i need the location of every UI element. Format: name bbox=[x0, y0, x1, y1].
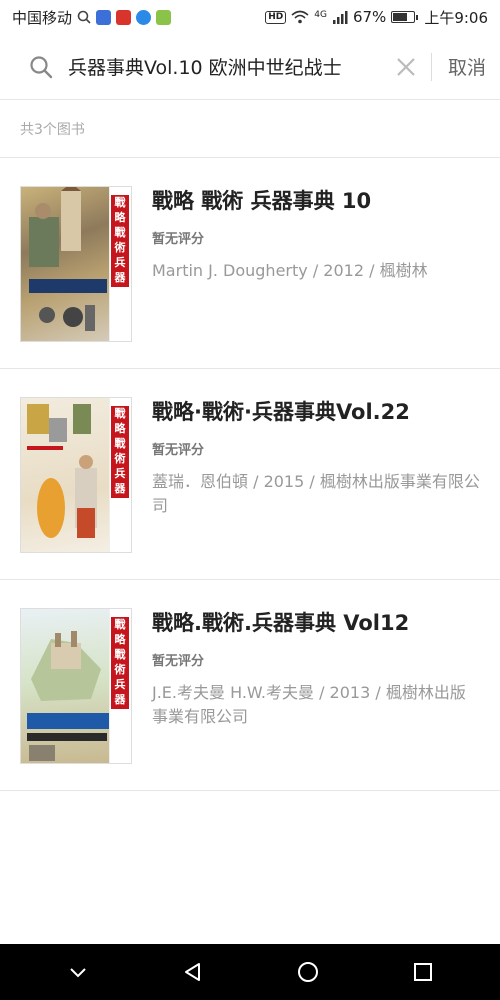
book-rating: 暂无评分 bbox=[152, 443, 205, 458]
chevron-down-icon[interactable] bbox=[65, 959, 91, 985]
cancel-button[interactable]: 取消 bbox=[448, 53, 486, 80]
list-item[interactable]: 戰略戰術兵器 戰略 戰術 兵器事典 10 暂无评分 Martin J. Doug… bbox=[0, 158, 500, 369]
wifi-icon bbox=[291, 10, 309, 24]
cover-illustration bbox=[27, 404, 97, 538]
book-title[interactable]: 戰略·戰術·兵器事典Vol.22 bbox=[152, 397, 480, 427]
list-item[interactable]: 戰略戰術兵器 戰略·戰術·兵器事典Vol.22 暂无评分 蓋瑞．恩伯頓 / 20… bbox=[0, 369, 500, 580]
book-list: 戰略戰術兵器 戰略 戰術 兵器事典 10 暂无评分 Martin J. Doug… bbox=[0, 158, 500, 791]
search-input[interactable] bbox=[68, 55, 387, 78]
news-app-icon bbox=[116, 9, 132, 25]
book-info: 戰略·戰術·兵器事典Vol.22 暂无评分 蓋瑞．恩伯頓 / 2015 / 楓樹… bbox=[152, 397, 480, 553]
clock: 上午9:06 bbox=[424, 8, 488, 27]
navigation-bar bbox=[0, 944, 500, 1000]
book-meta: 蓋瑞．恩伯頓 / 2015 / 楓樹林出版事業有限公司 bbox=[152, 472, 480, 515]
signal-icon bbox=[332, 11, 348, 24]
book-cover[interactable]: 戰略戰術兵器 bbox=[20, 186, 132, 342]
status-bar: 中国移动 HD 4G 67% 上午9:06 bbox=[0, 0, 500, 34]
search-notification-icon bbox=[77, 10, 91, 24]
book-meta: Martin J. Dougherty / 2012 / 楓樹林 bbox=[152, 261, 428, 280]
result-count: 共3个图书 bbox=[0, 100, 500, 158]
recents-icon[interactable] bbox=[410, 959, 436, 985]
book-title[interactable]: 戰略 戰術 兵器事典 10 bbox=[152, 186, 480, 216]
book-cover[interactable]: 戰略戰術兵器 bbox=[20, 608, 132, 764]
book-info: 戰略.戰術.兵器事典 Vol12 暂无评分 J.E.考夫曼 H.W.考夫曼 / … bbox=[152, 608, 480, 764]
status-right: HD 4G 67% 上午9:06 bbox=[265, 7, 488, 28]
network-type: 4G bbox=[314, 9, 327, 20]
battery-icon bbox=[391, 11, 419, 23]
battery-percent: 67% bbox=[352, 8, 387, 26]
shield-app-icon bbox=[96, 9, 112, 25]
book-title[interactable]: 戰略.戰術.兵器事典 Vol12 bbox=[152, 608, 480, 638]
clear-icon[interactable] bbox=[393, 54, 419, 80]
cover-title-band: 戰略戰術兵器 bbox=[111, 195, 129, 287]
book-rating: 暂无评分 bbox=[152, 654, 205, 669]
divider bbox=[430, 52, 432, 81]
hd-badge: HD bbox=[265, 10, 287, 24]
list-item[interactable]: 戰略戰術兵器 戰略.戰術.兵器事典 Vol12 暂无评分 J.E.考夫曼 H.W… bbox=[0, 580, 500, 791]
book-info: 戰略 戰術 兵器事典 10 暂无评分 Martin J. Dougherty /… bbox=[152, 186, 480, 342]
green-app-icon bbox=[156, 9, 172, 25]
book-cover[interactable]: 戰略戰術兵器 bbox=[20, 397, 132, 553]
search-icon bbox=[30, 55, 53, 78]
back-icon[interactable] bbox=[180, 959, 206, 985]
home-icon[interactable] bbox=[295, 959, 321, 985]
cover-title-band: 戰略戰術兵器 bbox=[111, 617, 129, 709]
carrier-label: 中国移动 bbox=[12, 8, 73, 27]
search-bar: 取消 bbox=[0, 34, 500, 100]
cover-illustration bbox=[29, 187, 107, 331]
book-rating: 暂无评分 bbox=[152, 232, 205, 247]
book-meta: J.E.考夫曼 H.W.考夫曼 / 2013 / 楓樹林出版事業有限公司 bbox=[152, 683, 466, 726]
status-left: 中国移动 bbox=[12, 7, 172, 28]
zhihu-app-icon bbox=[136, 9, 152, 25]
cover-illustration bbox=[27, 631, 109, 761]
cover-title-band: 戰略戰術兵器 bbox=[111, 406, 129, 498]
